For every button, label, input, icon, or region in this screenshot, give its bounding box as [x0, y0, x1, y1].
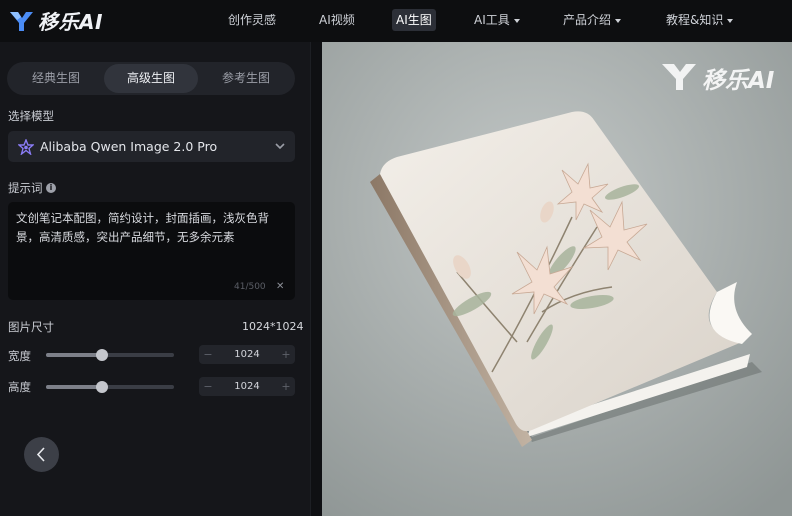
nav-label: 教程&知识	[666, 13, 724, 27]
model-label: 选择模型	[8, 109, 54, 123]
tab-classic[interactable]: 经典生图	[9, 64, 103, 93]
width-input[interactable]: 1024	[217, 345, 277, 364]
nav-item-inspiration[interactable]: 创作灵感	[224, 9, 280, 31]
settings-sidebar: 经典生图 高级生图 参考生图 选择模型 Alibaba Qwen Image 2…	[0, 42, 310, 516]
width-slider-fill	[46, 353, 102, 357]
main-nav: 创作灵感 AI视频 AI生图 AI工具 产品介绍 教程&知识	[0, 9, 792, 31]
top-bar: 移乐AI 创作灵感 AI视频 AI生图 AI工具 产品介绍 教程&知识	[0, 0, 792, 42]
width-slider[interactable]	[46, 353, 174, 357]
nav-label: 创作灵感	[228, 13, 277, 27]
collapse-sidebar-button[interactable]	[24, 437, 59, 472]
height-slider-fill	[46, 385, 102, 389]
height-stepper: − 1024 +	[199, 377, 295, 396]
model-selected-value: Alibaba Qwen Image 2.0 Pro	[40, 139, 218, 154]
model-select[interactable]: Alibaba Qwen Image 2.0 Pro	[8, 131, 295, 162]
width-increment-button[interactable]: +	[277, 345, 295, 364]
width-slider-handle[interactable]	[96, 349, 108, 361]
prompt-label: 提示词	[8, 181, 43, 195]
width-stepper: − 1024 +	[199, 345, 295, 364]
model-star-icon	[18, 139, 34, 155]
height-increment-button[interactable]: +	[277, 377, 295, 396]
width-decrement-button[interactable]: −	[199, 345, 217, 364]
height-slider[interactable]	[46, 385, 174, 389]
width-label: 宽度	[8, 349, 31, 363]
prompt-textarea[interactable]: 文创笔记本配图，简约设计，封面插画，浅灰色背景，高清质感，突出产品细节，无多余元…	[8, 202, 295, 300]
height-decrement-button[interactable]: −	[199, 377, 217, 396]
caret-down-icon	[727, 18, 734, 23]
chevron-down-icon	[275, 143, 285, 150]
nav-label: AI工具	[474, 13, 510, 27]
nav-item-ai-video[interactable]: AI视频	[315, 9, 359, 31]
nav-item-tutorials[interactable]: 教程&知识	[662, 9, 737, 31]
image-size-label: 图片尺寸	[8, 320, 54, 334]
tab-label: 高级生图	[126, 71, 175, 85]
panel-divider[interactable]	[310, 42, 322, 516]
clear-prompt-icon[interactable]: ✕	[276, 281, 284, 292]
prompt-text: 文创笔记本配图，简约设计，封面插画，浅灰色背景，高清质感，突出产品细节，无多余元…	[16, 211, 269, 244]
nav-item-ai-tools[interactable]: AI工具	[470, 9, 524, 31]
tab-label: 参考生图	[221, 71, 270, 85]
watermark-text: 移乐AI	[702, 68, 775, 94]
nav-item-product-intro[interactable]: 产品介绍	[559, 9, 625, 31]
nav-label: AI视频	[319, 13, 355, 27]
generated-image-preview[interactable]: 移乐AI	[322, 42, 792, 516]
prompt-char-counter: 41/500	[234, 282, 266, 292]
nav-item-ai-image[interactable]: AI生图	[392, 9, 436, 31]
notebook-illustration: 移乐AI	[322, 42, 792, 516]
mode-tabs: 经典生图 高级生图 参考生图	[7, 62, 295, 95]
height-input[interactable]: 1024	[217, 377, 277, 396]
tab-label: 经典生图	[31, 71, 80, 85]
nav-label: AI生图	[396, 13, 432, 27]
info-icon[interactable]: i	[46, 183, 56, 193]
caret-down-icon	[513, 18, 520, 23]
tab-reference[interactable]: 参考生图	[199, 64, 293, 93]
image-size-value: 1024*1024	[242, 320, 304, 333]
nav-label: 产品介绍	[563, 13, 612, 27]
tab-advanced[interactable]: 高级生图	[104, 64, 198, 93]
chevron-left-icon	[36, 447, 45, 462]
height-label: 高度	[8, 380, 31, 394]
height-slider-handle[interactable]	[96, 381, 108, 393]
caret-down-icon	[615, 18, 622, 23]
